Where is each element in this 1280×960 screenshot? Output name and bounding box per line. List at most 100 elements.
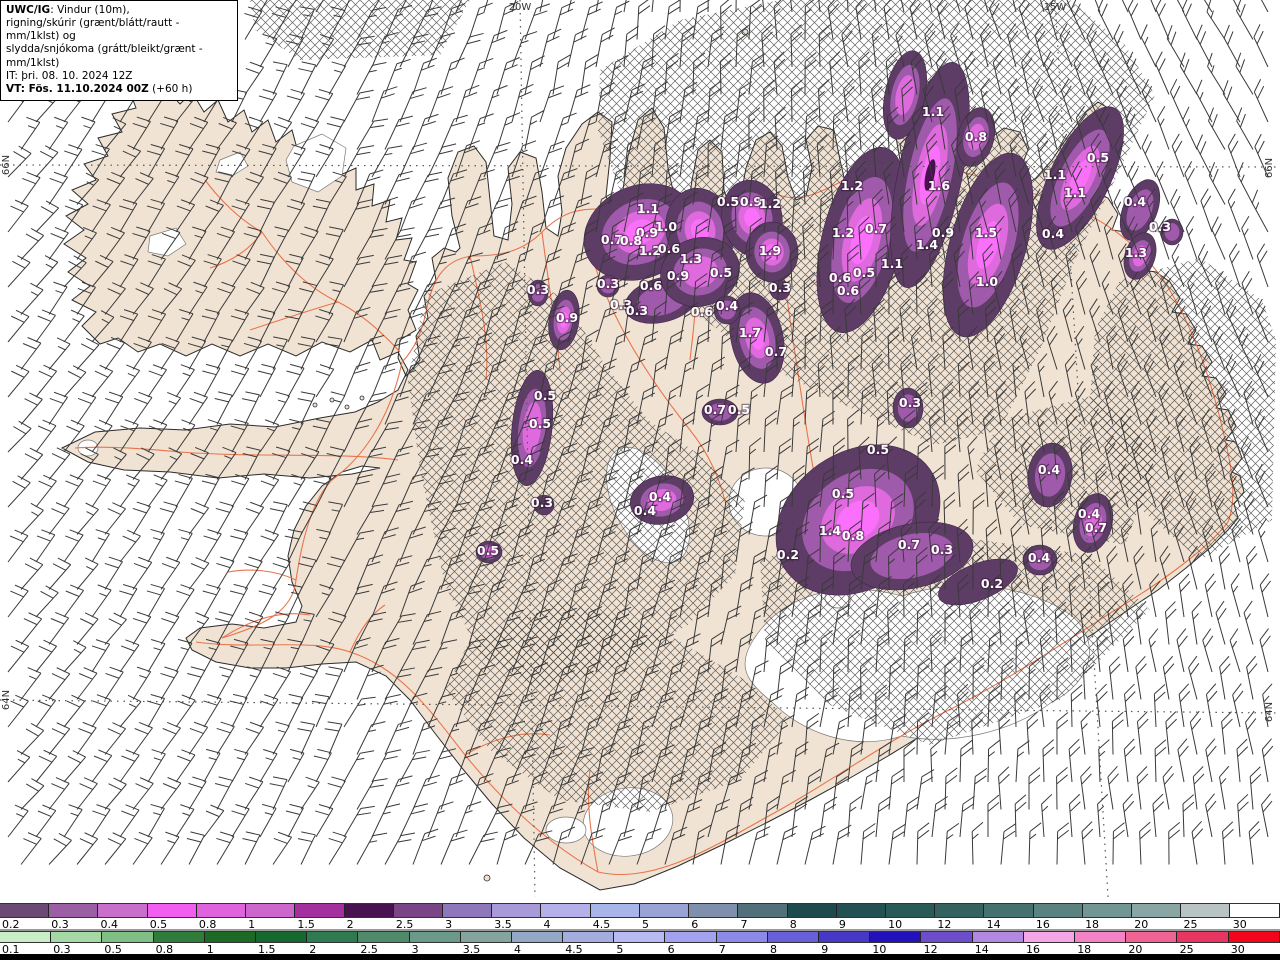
precip-value-label: 0.6 — [640, 278, 662, 293]
precip-value-label: 0.4 — [1038, 462, 1060, 477]
precip-value-label: 1.2 — [832, 225, 854, 240]
precip-value-label: 0.3 — [626, 303, 648, 318]
precip-value-label: 0.5 — [710, 265, 732, 280]
colorbar-segment — [255, 932, 308, 942]
colorbar-segment — [590, 904, 640, 917]
precip-value-label: 0.9 — [667, 268, 689, 283]
longitude-label: 15W — [1044, 2, 1067, 13]
precip-value-label: 0.4 — [511, 452, 533, 467]
colorbar-segment — [614, 932, 666, 942]
precip-value-label: 0.5 — [717, 194, 739, 209]
precip-value-label: 0.5 — [529, 416, 551, 431]
precip-value-label: 0.3 — [1149, 219, 1171, 234]
precip-value-label: 0.9 — [556, 310, 578, 325]
iceland-weather-map: 0.5 0.91.21.11.00.90.70.81.20.61.31.90.9 0… — [0, 0, 1280, 897]
colorbar-segment — [639, 904, 690, 917]
precip-value-label: 1.1 — [1044, 167, 1066, 182]
colorbar-segment — [767, 932, 819, 942]
precip-value-label: 1.1 — [637, 201, 659, 216]
colorbar-segment — [689, 904, 739, 917]
island — [312, 402, 318, 408]
precip-value-label: 0.4 — [1028, 550, 1050, 565]
colorbar-segment — [246, 904, 296, 917]
precip-value-label: 0.3 — [531, 495, 553, 510]
colorbar-segment — [1177, 932, 1229, 942]
precip-value-label: 1.5 — [975, 225, 997, 240]
precip-value-label: 1.4 — [916, 237, 938, 252]
latitude-label: 64N — [1, 690, 12, 710]
header-line-2: rigning/skúrir (grænt/blátt/rautt - mm/1… — [6, 17, 180, 43]
header-line-1: UWC/IG: Vindur (10m), — [6, 4, 130, 16]
precip-value-label: 0.6 — [658, 241, 680, 256]
colorbar-segment — [0, 932, 52, 942]
precip-value-label: 0.5 — [534, 388, 556, 403]
colorbar-segment — [935, 904, 985, 917]
colorbar-segment — [1132, 904, 1182, 917]
glacier — [545, 816, 587, 844]
colorbar-segment — [885, 904, 936, 917]
colorbar-segment — [665, 932, 717, 942]
precip-value-label: 0.3 — [527, 282, 549, 297]
colorbar-segment — [921, 932, 973, 942]
precip-value-label: 1.9 — [759, 243, 781, 258]
precip-value-label: 0.2 — [777, 547, 799, 562]
precip-value-label: 0.7 — [1085, 520, 1107, 535]
forecast-header-box: UWC/IG: Vindur (10m), rigning/skúrir (gr… — [0, 0, 238, 101]
colorbar-segment — [393, 904, 443, 917]
precip-value-label: 0.4 — [1042, 226, 1064, 241]
precip-value-label: 0.5 — [477, 543, 499, 558]
island — [344, 404, 350, 410]
header-line-3: slydda/snjókoma (grátt/bleikt/grænt - mm… — [6, 43, 203, 69]
latitude-label: 66N — [1264, 158, 1275, 178]
precip-value-label: 0.8 — [965, 129, 987, 144]
precip-value-label: 0.7 — [765, 344, 787, 359]
precip-value-label: 0.3 — [899, 395, 921, 410]
colorbar-segment — [196, 904, 247, 917]
precip-value-label: 1.7 — [739, 325, 761, 340]
precip-value-label: 0.4 — [1078, 506, 1100, 521]
colorbar-segment — [147, 904, 197, 917]
header-line-4-init-time: IT: þri. 08. 10. 2024 12Z — [6, 69, 133, 82]
colorbar-segment — [1181, 904, 1231, 917]
colorbar-segment — [102, 932, 154, 942]
colorbar-segment — [1126, 932, 1178, 942]
colorbar-segment — [358, 932, 410, 942]
precip-value-label: 0.4 — [649, 489, 671, 504]
colorbar-segment — [492, 904, 542, 917]
precip-value-label: 1.6 — [928, 178, 950, 193]
precip-value-label: 0.4 — [1124, 194, 1146, 209]
precip-value-label: 0.4 — [716, 298, 738, 313]
rain-colorbar — [0, 931, 1280, 943]
precip-value-label: 1.0 — [976, 274, 998, 289]
colorbar-segment — [1023, 932, 1075, 942]
precip-value-label: 0.3 — [769, 280, 791, 295]
latitude-label: 66N — [1, 155, 12, 175]
bottom-black-bar — [0, 954, 1280, 960]
sleet-snow-colorbar — [0, 903, 1280, 918]
precip-value-label: 0.5 — [728, 402, 750, 417]
colorbar-segment — [972, 932, 1024, 942]
colorbar-segment — [442, 904, 493, 917]
colorbar-segment — [1074, 932, 1127, 942]
precip-value-label: 0.7 — [704, 402, 726, 417]
precip-value-label: 0.5 — [1087, 150, 1109, 165]
longitude-label: 20W — [509, 2, 532, 13]
precip-value-label: 1.1 — [881, 256, 903, 271]
precip-value-label: 1.0 — [655, 219, 677, 234]
precip-value-label: 1.4 — [819, 523, 841, 538]
precip-value-label: 0.3 — [597, 276, 619, 291]
precip-value-label: 1.3 — [1125, 245, 1147, 260]
precip-value-label: 1.3 — [680, 251, 702, 266]
precip-value-label: 0.5 — [867, 442, 889, 457]
colorbar-segment — [1082, 904, 1133, 917]
island — [483, 874, 491, 882]
colorbar-segment — [295, 904, 345, 917]
header-line-5-valid-time: VT: Fös. 11.10.2024 00Z (+60 h) — [6, 82, 193, 95]
precip-value-label: 0.5 — [853, 265, 875, 280]
colorbar-segment — [98, 904, 148, 917]
colorbar-segment — [344, 904, 394, 917]
colorbar-segment — [1033, 904, 1083, 917]
island — [329, 397, 335, 403]
precip-value-label: 0.8 — [842, 528, 864, 543]
colorbar-segment — [511, 932, 564, 942]
